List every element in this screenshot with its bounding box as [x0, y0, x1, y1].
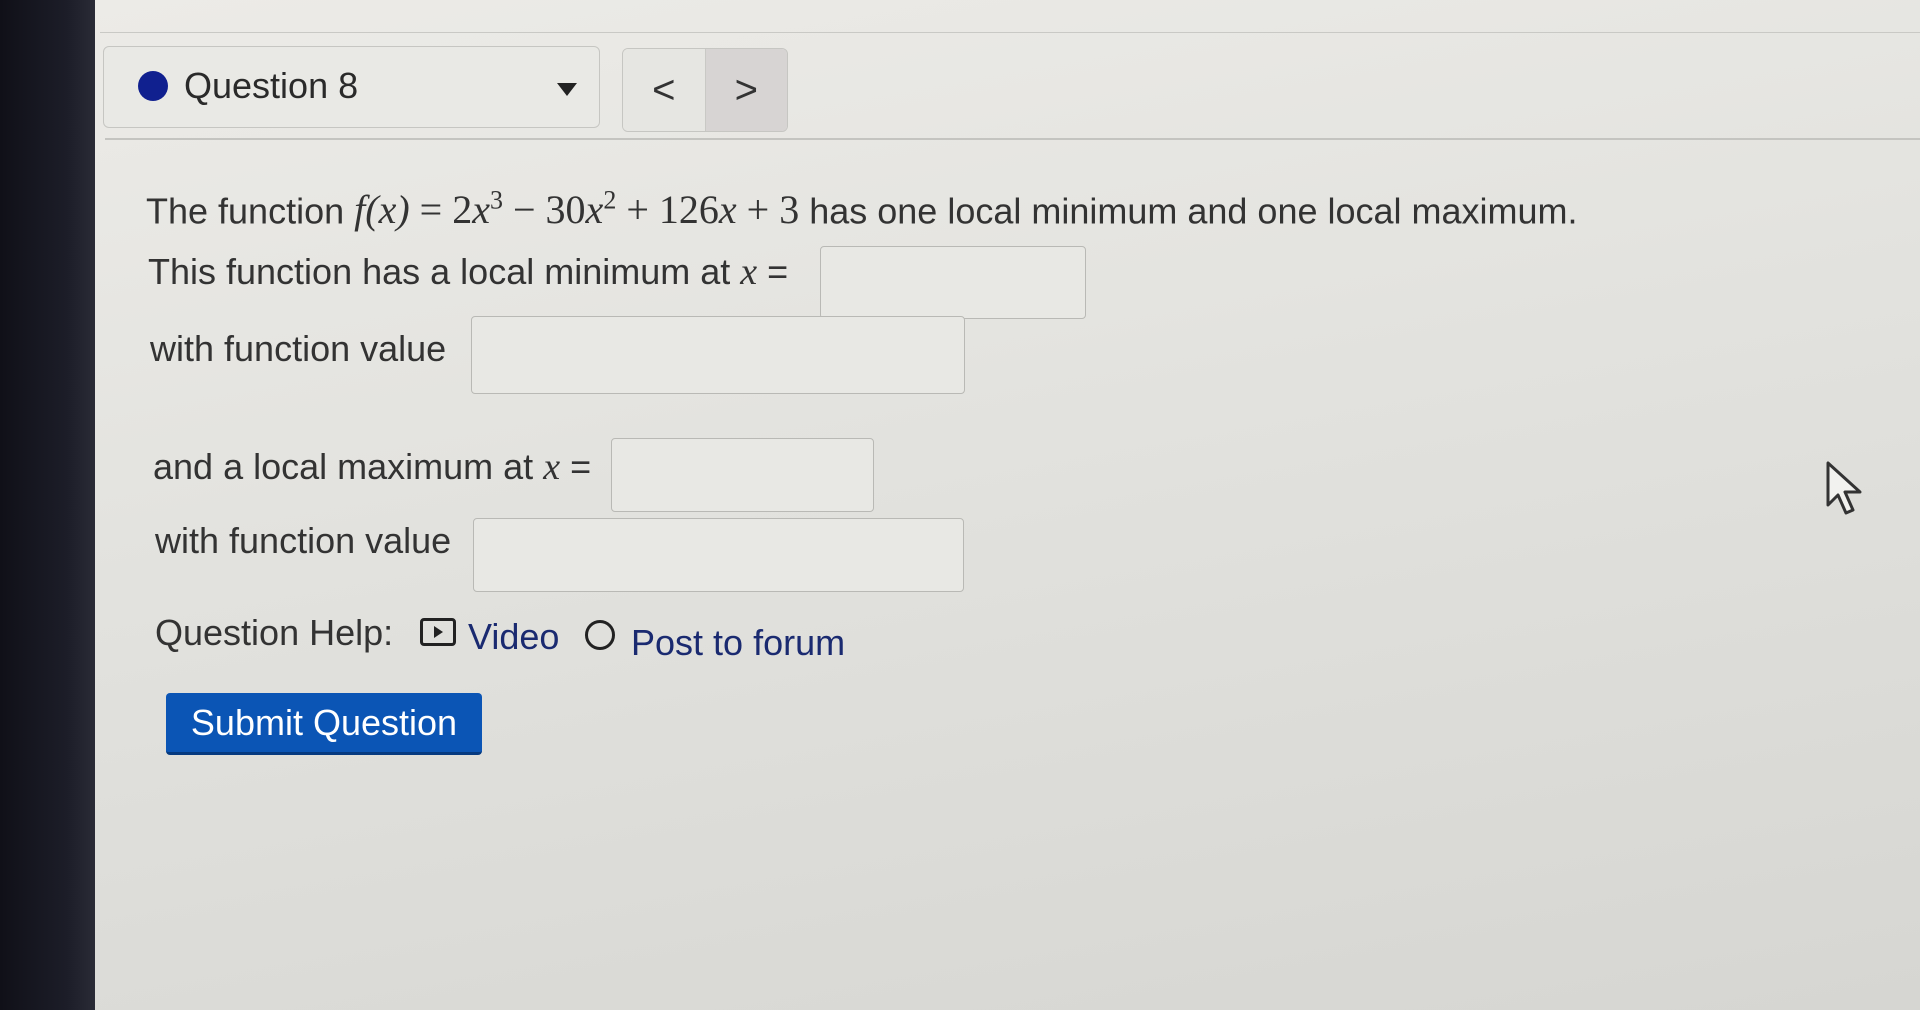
video-link[interactable]: Video	[468, 616, 559, 658]
local-min-prompt: This function has a local minimum at x =	[148, 250, 788, 294]
local-max-value-input[interactable]	[473, 518, 964, 592]
question-selector-label: Question 8	[184, 65, 359, 106]
problem-intro-prefix: The function	[146, 190, 345, 232]
submit-question-button[interactable]: Submit Question	[166, 693, 482, 755]
video-icon[interactable]	[420, 618, 456, 646]
term1-exp: 3	[489, 186, 503, 215]
mouse-cursor-icon	[1826, 461, 1862, 515]
term1-var: x	[472, 187, 490, 233]
local-min-x-var: x	[740, 251, 758, 293]
forum-icon[interactable]	[585, 620, 615, 650]
local-min-equals: =	[767, 251, 789, 292]
op2: +	[626, 187, 649, 233]
op3: +	[746, 187, 770, 233]
local-max-x-var: x	[543, 446, 561, 488]
caret-down-icon	[557, 83, 577, 96]
local-min-x-input[interactable]	[820, 246, 1086, 319]
problem-statement: The function f(x) = 2x3 − 30x2 + 126x + …	[146, 186, 1578, 233]
header-divider	[105, 138, 1920, 140]
term2-exp: 2	[603, 186, 617, 215]
screen-bezel	[0, 0, 95, 1010]
chevron-right-icon: >	[734, 67, 758, 112]
next-question-button[interactable]: >	[705, 49, 787, 131]
local-min-value-input[interactable]	[471, 316, 965, 394]
term1-coef: 2	[452, 187, 473, 233]
term4: 3	[779, 187, 800, 233]
question-help-label: Question Help:	[155, 612, 394, 653]
post-to-forum-link[interactable]: Post to forum	[631, 622, 845, 664]
local-max-prompt: and a local maximum at x =	[153, 445, 591, 489]
page-background	[95, 0, 1920, 1010]
local-max-value-label: with function value	[155, 520, 452, 561]
problem-intro-suffix: has one local minimum and one local maxi…	[809, 190, 1578, 232]
math-equals: =	[419, 187, 443, 233]
function-expression: f(x) = 2x3 − 30x2 + 126x + 3	[354, 186, 809, 233]
question-nav: < >	[622, 48, 788, 132]
local-max-prompt-text: and a local maximum at	[153, 446, 534, 487]
top-divider	[100, 32, 1920, 33]
local-max-x-input[interactable]	[611, 438, 874, 512]
local-min-value-label: with function value	[150, 328, 447, 369]
chevron-left-icon: <	[652, 67, 676, 112]
question-selector[interactable]: Question 8	[103, 46, 600, 128]
term3-var: x	[718, 187, 737, 233]
question-status-dot	[138, 71, 168, 101]
term3-coef: 126	[658, 187, 719, 233]
term2-coef: 30	[545, 187, 586, 233]
term2-var: x	[585, 187, 604, 233]
local-min-prompt-text: This function has a local minimum at	[148, 251, 731, 292]
function-lhs: f(x)	[354, 187, 410, 233]
op1: −	[512, 187, 536, 233]
local-max-equals: =	[570, 446, 592, 487]
previous-question-button[interactable]: <	[623, 49, 706, 131]
